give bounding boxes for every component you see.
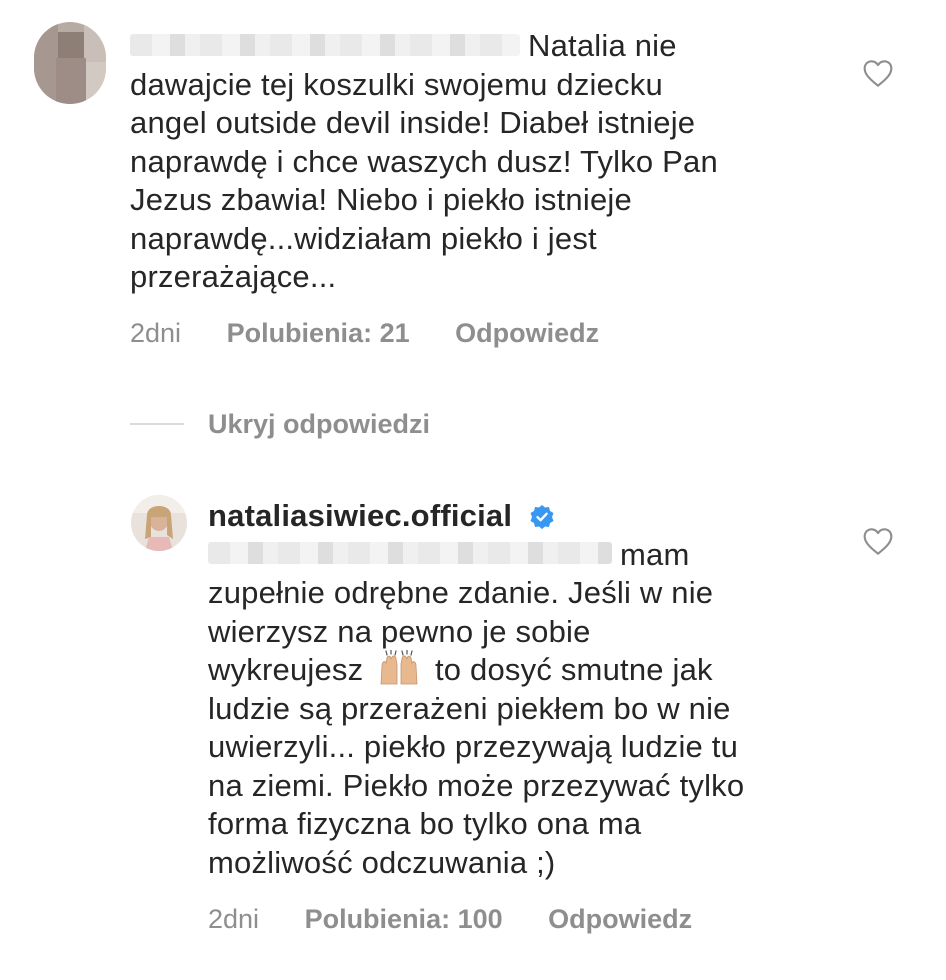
nataliasiwiec-avatar[interactable] <box>131 495 187 551</box>
likes-count[interactable]: Polubienia: 21 <box>227 318 410 349</box>
comment-line: Natalia nie <box>528 28 677 63</box>
commenter-avatar[interactable] <box>34 22 106 104</box>
comment-meta: 2dni Polubienia: 21 Odpowiedz <box>130 318 637 349</box>
comment-line: naprawdę i chce waszych dusz! Tylko Pan <box>130 143 718 179</box>
comment-line: przerażające... <box>130 259 337 294</box>
reply-line: to dosyć smutne jak <box>434 652 713 687</box>
reply-line: forma fizyczna bo tylko ona ma <box>208 806 642 842</box>
reply-line: wykreujesz <box>208 652 364 687</box>
username[interactable]: nataliasiwiec.official <box>208 498 512 533</box>
comment-line: naprawdę...widziałam piekło i jest <box>130 220 597 256</box>
comment-time: 2dni <box>130 318 182 348</box>
reply-line: uwierzyli... piekło przezywają ludzie tu <box>208 729 739 765</box>
heart-icon[interactable] <box>862 526 894 556</box>
comment-line: Jezus zbawia! Niebo i piekło istnieje <box>130 182 632 217</box>
reply-line: możliwość odczuwania ;) <box>208 844 556 880</box>
reply-button[interactable]: Odpowiedz <box>455 318 599 349</box>
username-blurred[interactable] <box>130 33 520 56</box>
verified-badge-icon <box>529 501 555 529</box>
reply-time: 2dni <box>208 904 260 934</box>
comment-line: dawajcie tej koszulki swojemu dziecku <box>130 66 663 102</box>
reply-meta: 2dni Polubienia: 100 Odpowiedz <box>208 904 730 935</box>
reply-line: zupełnie odrębne zdanie. Jeśli w nie <box>208 575 714 610</box>
reply-line: mam <box>620 536 690 572</box>
comment-text: Natalia nie dawajcie tej koszulki swojem… <box>130 27 718 297</box>
raising-hands-emoji-icon <box>378 649 420 686</box>
divider-line <box>130 423 184 425</box>
heart-icon[interactable] <box>862 58 894 88</box>
reply-text: nataliasiwiec.official mam zupełnie odrę… <box>208 497 744 882</box>
likes-count[interactable]: Polubienia: 100 <box>305 904 503 935</box>
reply-line: wierzysz na pewno je sobie <box>208 613 591 649</box>
hide-replies-toggle[interactable]: Ukryj odpowiedzi <box>130 406 430 442</box>
reply-line: ludzie są przerażeni piekłem bo w nie <box>208 690 731 726</box>
reply-line: na ziemi. Piekło może przezywać tylko <box>208 767 745 803</box>
comment-line: angel outside devil inside! Diabeł istni… <box>130 105 696 140</box>
hide-replies-label[interactable]: Ukryj odpowiedzi <box>208 409 430 440</box>
reply-button[interactable]: Odpowiedz <box>548 904 692 935</box>
mention-blurred[interactable] <box>208 542 612 565</box>
